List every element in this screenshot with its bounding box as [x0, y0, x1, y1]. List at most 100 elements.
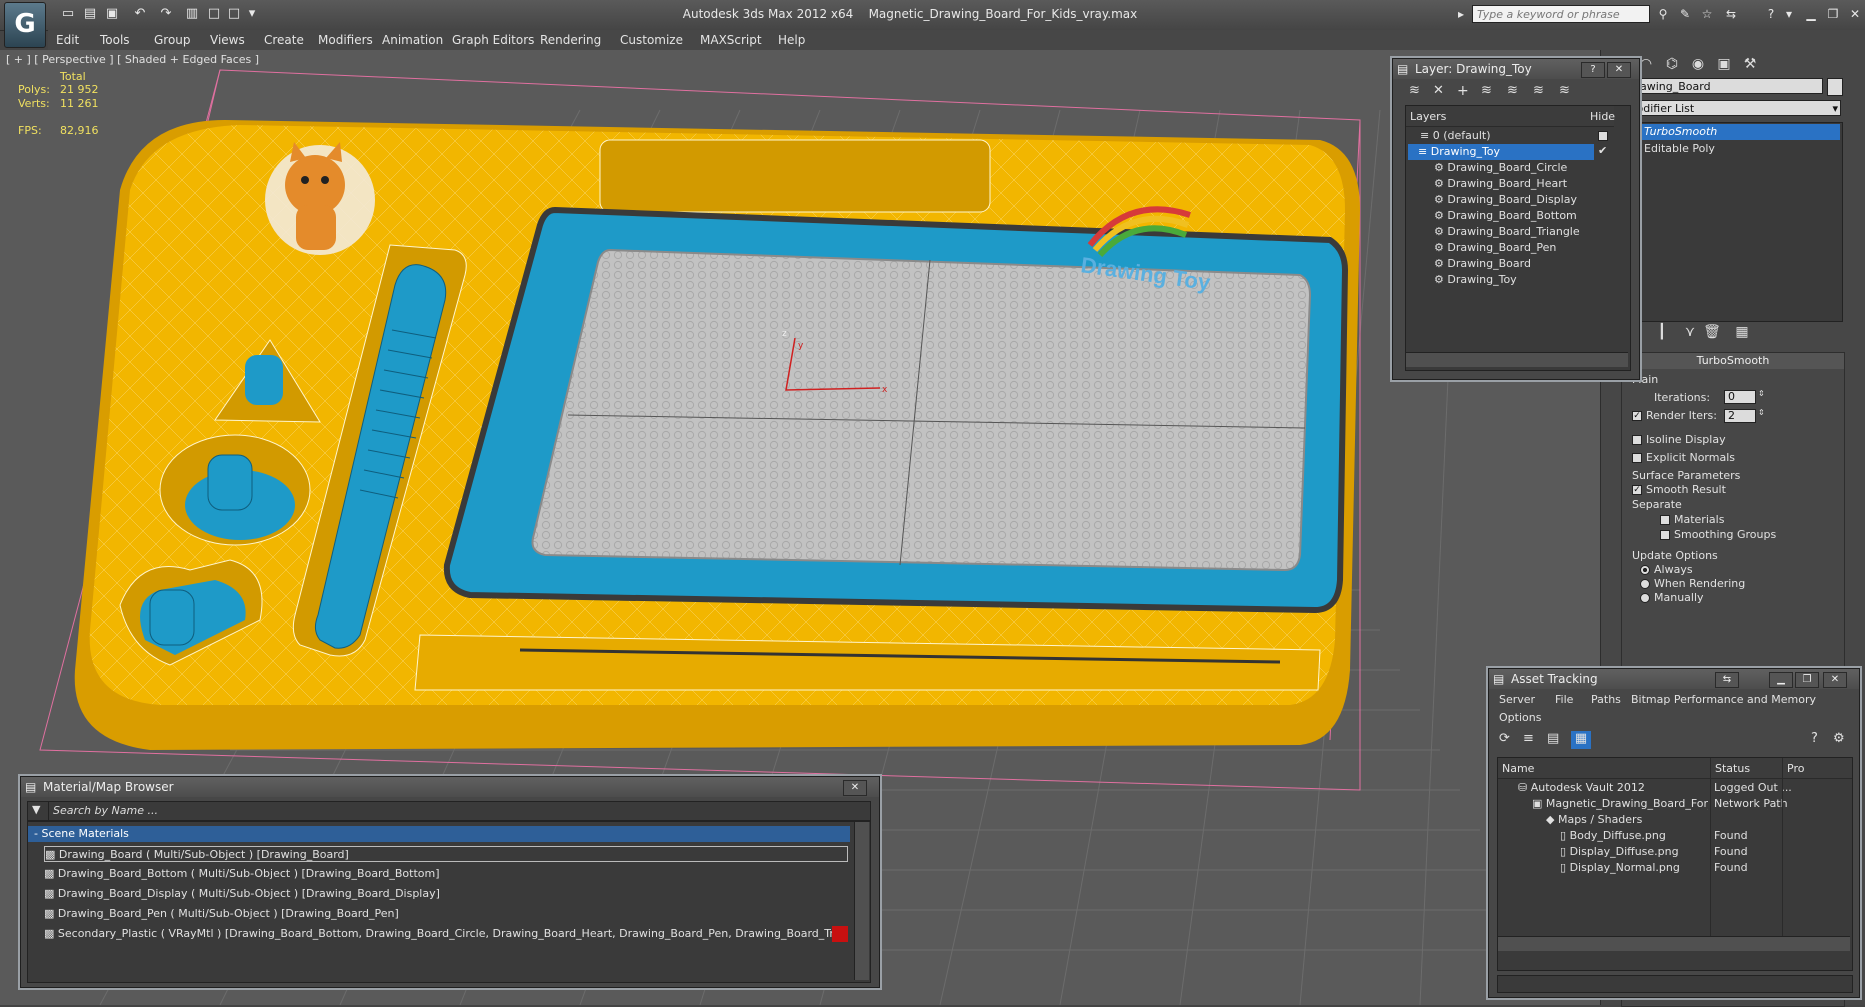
layer-row-default[interactable]: ≡ 0 (default) [1420, 128, 1600, 144]
materials-checkbox[interactable] [1660, 515, 1670, 525]
manually-radio[interactable] [1640, 593, 1650, 603]
settings-icon[interactable]: ⚙ [1833, 731, 1845, 746]
search-arrow-icon[interactable]: ▸ [1452, 6, 1470, 22]
star-icon[interactable]: ☆ [1698, 6, 1716, 22]
hide-toggle[interactable] [1598, 131, 1608, 141]
material-item[interactable]: ▩ Secondary_Plastic ( VRayMtl ) [Drawing… [44, 926, 848, 942]
minimize-button[interactable]: ▁ [1769, 672, 1793, 688]
viewport-label[interactable]: [ + ] [ Perspective ] [ Shaded + Edged F… [6, 53, 259, 66]
explicit-normals-checkbox[interactable] [1632, 453, 1642, 463]
object-name-field[interactable]: Drawing_Board [1623, 78, 1823, 94]
smooth-result-checkbox[interactable]: ✓ [1632, 485, 1642, 495]
menu-create[interactable]: Create [264, 30, 304, 50]
freeze-all-icon[interactable]: ≋ [1559, 83, 1570, 98]
display-tab-icon[interactable]: ▣ [1713, 54, 1735, 74]
layer-object-row[interactable]: ⚙ Drawing_Board [1434, 256, 1531, 272]
motion-tab-icon[interactable]: ◉ [1687, 54, 1709, 74]
material-item[interactable]: ▩ Drawing_Board_Display ( Multi/Sub-Obje… [44, 886, 440, 902]
undo-icon[interactable]: ↶ [132, 6, 148, 22]
menu-views[interactable]: Views [210, 30, 245, 50]
menu-file[interactable]: File [1555, 693, 1573, 706]
horizontal-scrollbar[interactable] [1498, 936, 1850, 951]
always-radio[interactable] [1640, 565, 1650, 575]
stack-item-turbosmooth[interactable]: 💡TurboSmooth [1624, 124, 1840, 140]
options-dropdown-icon[interactable]: ▼ [32, 803, 40, 816]
exchange-icon[interactable]: ⇆ [1722, 6, 1740, 22]
asset-row-bitmap[interactable]: ▯ Body_Diffuse.png [1560, 828, 1666, 844]
subscription-icon[interactable]: ✎ [1676, 6, 1694, 22]
new-file-icon[interactable]: ▭ [60, 6, 76, 22]
when-rendering-radio[interactable] [1640, 579, 1650, 589]
select-objects-icon[interactable]: ≋ [1481, 83, 1492, 98]
active-layer-checkmark-icon[interactable]: ✔ [1598, 144, 1607, 157]
menu-maxscript[interactable]: MAXScript [700, 30, 762, 50]
keyword-search-input[interactable]: Type a keyword or phrase [1472, 5, 1650, 23]
show-end-result-icon[interactable]: ┃ [1651, 322, 1673, 342]
menu-modifiers[interactable]: Modifiers [318, 30, 373, 50]
tree-view-icon[interactable]: ▤ [1547, 731, 1559, 746]
help-button[interactable]: ? [1581, 62, 1605, 78]
smoothing-groups-checkbox[interactable] [1660, 530, 1670, 540]
save-icon[interactable]: ▣ [104, 6, 120, 22]
spinner-arrows-icon[interactable]: ⇕ [1758, 408, 1765, 417]
hierarchy-tab-icon[interactable]: ⌬ [1661, 54, 1683, 74]
status-column-header[interactable]: Status [1710, 758, 1750, 778]
layer-object-row[interactable]: ⚙ Drawing_Toy [1434, 272, 1517, 288]
list-view-icon[interactable]: ≡ [1523, 731, 1534, 746]
asset-row-bitmap[interactable]: ▯ Display_Diffuse.png [1560, 844, 1679, 860]
utilities-tab-icon[interactable]: ⚒ [1739, 54, 1761, 74]
horizontal-scrollbar[interactable] [1406, 352, 1628, 367]
asset-row-max-file[interactable]: ▣ Magnetic_Drawing_Board_For_Ki... [1532, 796, 1708, 812]
asset-row-vault[interactable]: ⛁ Autodesk Vault 2012 [1518, 780, 1645, 796]
object-color-swatch[interactable] [1827, 78, 1843, 96]
minimize-icon[interactable]: ▁ [1802, 6, 1820, 22]
layer-row-drawing-toy[interactable]: ≡ Drawing_Toy [1408, 144, 1594, 160]
refresh-icon[interactable]: ⟳ [1499, 731, 1510, 746]
app-logo-icon[interactable]: G [4, 2, 46, 48]
binoculars-icon[interactable]: ⚲ [1654, 6, 1672, 22]
layers-column-header[interactable]: Layers [1410, 110, 1446, 123]
layer-object-row[interactable]: ⚙ Drawing_Board_Bottom [1434, 208, 1577, 224]
menu-help[interactable]: Help [778, 30, 805, 50]
menu-customize[interactable]: Customize [620, 30, 683, 50]
material-browser-title[interactable]: ▤ Material/Map Browser [21, 777, 879, 797]
create-layer-icon[interactable]: ≋ [1409, 83, 1420, 98]
layer-object-row[interactable]: ⚙ Drawing_Board_Pen [1434, 240, 1556, 256]
modifier-list-dropdown[interactable]: Modifier List ▾ [1623, 100, 1841, 116]
hide-all-icon[interactable]: ≋ [1533, 83, 1544, 98]
add-to-layer-icon[interactable]: + [1457, 83, 1469, 99]
redo-icon[interactable]: ↷ [158, 6, 174, 22]
scene-materials-group[interactable]: - Scene Materials [28, 826, 850, 842]
asset-path-field[interactable] [1497, 975, 1853, 993]
menu-animation[interactable]: Animation [382, 30, 443, 50]
material-item[interactable]: ▩ Drawing_Board_Pen ( Multi/Sub-Object )… [44, 906, 399, 922]
menu-tools[interactable]: Tools [100, 30, 130, 50]
asset-row-maps[interactable]: ◆ Maps / Shaders [1546, 812, 1642, 828]
spinner-arrows-icon[interactable]: ⇕ [1758, 389, 1765, 398]
vertical-scrollbar[interactable] [854, 822, 869, 980]
iterations-spinner[interactable]: 0 [1724, 390, 1756, 404]
menu-bitmap-performance[interactable]: Bitmap Performance and Memory [1631, 693, 1816, 706]
layer-object-row[interactable]: ⚙ Drawing_Board_Circle [1434, 160, 1567, 176]
material-search-input[interactable]: Search by Name ... [48, 802, 868, 820]
customize-dropdown-icon[interactable]: ▾ [244, 6, 260, 22]
hide-column-header[interactable]: Hide [1590, 110, 1615, 123]
help-dropdown-icon[interactable]: ▾ [1780, 6, 1798, 22]
configure-modifier-sets-icon[interactable]: ▦ [1731, 322, 1753, 342]
highlight-layer-icon[interactable]: ≋ [1507, 83, 1518, 98]
layer-object-row[interactable]: ⚙ Drawing_Board_Display [1434, 192, 1577, 208]
menu-rendering[interactable]: Rendering [540, 30, 601, 50]
help-icon[interactable]: ? [1762, 6, 1780, 22]
menu-edit[interactable]: Edit [56, 30, 79, 50]
asset-row-bitmap[interactable]: ▯ Display_Normal.png [1560, 860, 1680, 876]
menu-options[interactable]: Options [1499, 711, 1541, 724]
dock-toggle-button[interactable]: ⇆ [1715, 672, 1739, 688]
name-column-header[interactable]: Name [1502, 762, 1534, 775]
render-iters-checkbox[interactable]: ✓ [1632, 411, 1642, 421]
menu-graph-editors[interactable]: Graph Editors [452, 30, 534, 50]
rollout-title[interactable]: -TurboSmooth [1622, 353, 1844, 369]
render-iters-spinner[interactable]: 2 [1724, 409, 1756, 423]
help-icon[interactable]: ? [1811, 731, 1818, 746]
isoline-display-checkbox[interactable] [1632, 435, 1642, 445]
restore-icon[interactable]: ❐ [1824, 6, 1842, 22]
